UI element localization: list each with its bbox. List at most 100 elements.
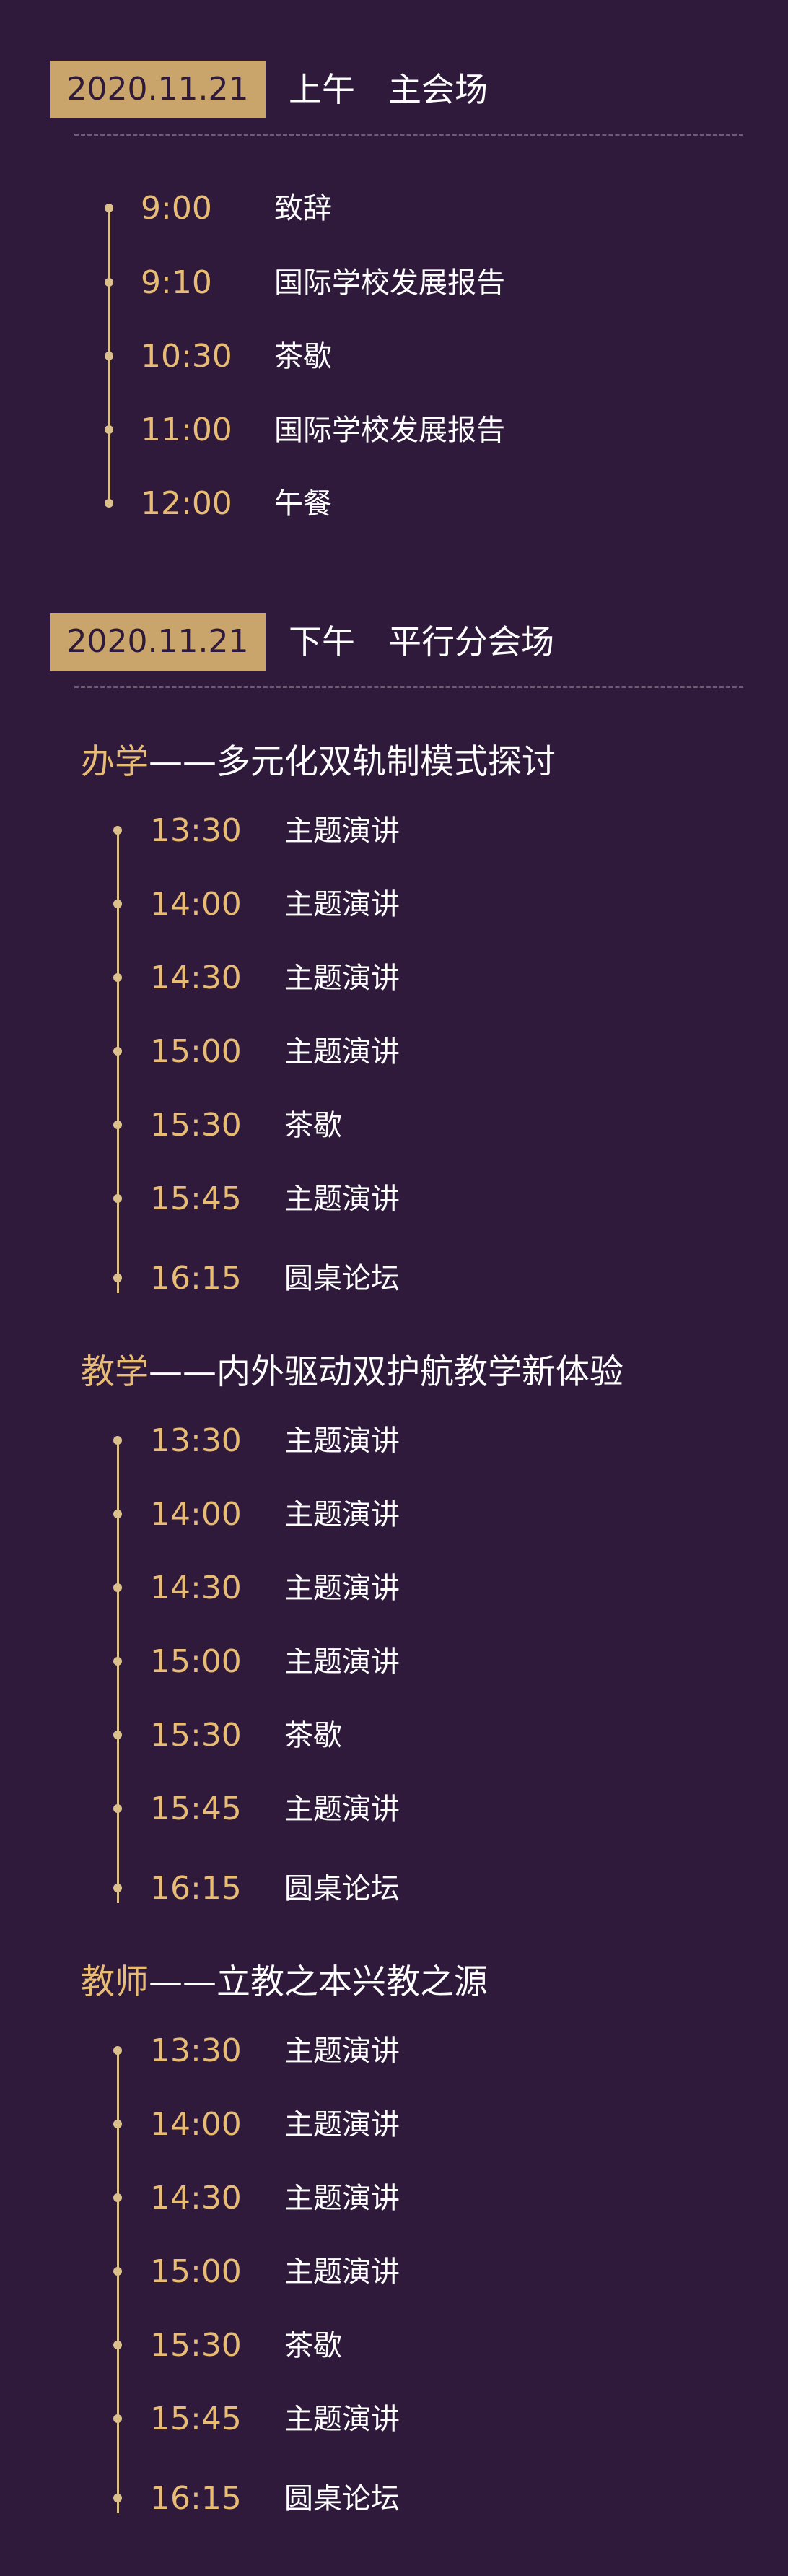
timeline-dot [113, 1804, 122, 1813]
timeline-item: 15:45 主题演讲 [0, 1788, 649, 1831]
item-time: 14:30 [150, 1570, 242, 1606]
track-name: ——多元化双轨制模式探讨 [149, 742, 556, 782]
morning-section: 2020.11.21 上午 主会场 9:00 致辞 9:10 国际学校发展报告 … [0, 61, 788, 522]
afternoon-section: 2020.11.21 下午 平行分会场 [0, 613, 788, 688]
item-time: 14:30 [150, 2180, 242, 2216]
date-badge: 2020.11.21 [50, 61, 266, 118]
item-time: 13:30 [150, 2032, 242, 2069]
item-event: 圆桌论坛 [284, 1262, 400, 1295]
timeline-dot [113, 1047, 122, 1056]
dashed-divider [74, 686, 743, 688]
timeline-dot [113, 1274, 122, 1282]
timeline-dot [113, 973, 122, 982]
timeline-item: 16:15 圆桌论坛 [0, 1257, 649, 1300]
item-event: 致辞 [274, 192, 332, 225]
track-name: ——立教之本兴教之源 [149, 1962, 488, 2002]
item-event: 茶歇 [284, 1109, 342, 1142]
timeline-item: 14:30 主题演讲 [0, 1567, 649, 1610]
agenda-page: { "morning": { "date": "2020.11.21", "ti… [0, 0, 788, 2576]
timeline-dot [113, 2414, 122, 2423]
timeline-item: 11:00 国际学校发展报告 [0, 409, 649, 452]
item-event: 主题演讲 [284, 1498, 400, 1531]
timeline-dot [113, 1510, 122, 1518]
timeline-dot [113, 1731, 122, 1739]
timeline-dot [113, 2341, 122, 2349]
item-event: 主题演讲 [284, 2108, 400, 2141]
item-time: 15:45 [150, 2401, 242, 2437]
date-badge: 2020.11.21 [50, 613, 266, 671]
track-name: ——内外驱动双护航教学新体验 [149, 1352, 623, 1392]
dashed-divider [74, 134, 743, 136]
item-event: 主题演讲 [284, 2255, 400, 2289]
item-time: 14:30 [150, 960, 242, 996]
timeline-dot [105, 278, 113, 287]
timeline-dot [113, 1121, 122, 1129]
timeline-dot [113, 2120, 122, 2128]
item-time: 15:00 [150, 1033, 242, 1070]
timeline-dot [105, 499, 113, 508]
item-time: 15:45 [150, 1180, 242, 1217]
timeline-dot [105, 425, 113, 434]
session-title: 上午 主会场 [289, 70, 488, 109]
morning-header: 2020.11.21 上午 主会场 [0, 61, 788, 121]
item-event: 主题演讲 [284, 888, 400, 921]
timeline-item: 12:00 午餐 [0, 482, 649, 526]
timeline-item: 13:30 主题演讲 [0, 809, 649, 853]
item-time: 13:30 [150, 1422, 242, 1459]
item-time: 12:00 [141, 485, 232, 522]
timeline-dot [113, 900, 122, 908]
item-event: 国际学校发展报告 [274, 414, 505, 447]
timeline-item: 15:45 主题演讲 [0, 1178, 649, 1221]
item-event: 圆桌论坛 [284, 2482, 400, 2515]
timeline-item: 13:30 主题演讲 [0, 1419, 649, 1463]
item-event: 主题演讲 [284, 1645, 400, 1679]
item-time: 15:00 [150, 2253, 242, 2290]
timeline-item: 15:30 茶歇 [0, 1104, 649, 1147]
item-event: 主题演讲 [284, 1424, 400, 1458]
timeline-dot [113, 826, 122, 835]
timeline-dot [113, 1884, 122, 1892]
item-time: 16:15 [150, 2480, 242, 2517]
item-event: 国际学校发展报告 [274, 266, 505, 300]
item-time: 16:15 [150, 1870, 242, 1907]
timeline-dot [113, 1657, 122, 1666]
item-event: 主题演讲 [284, 814, 400, 848]
timeline-dot [113, 1436, 122, 1445]
timeline-item: 13:30 主题演讲 [0, 2029, 649, 2073]
timeline-item: 15:30 茶歇 [0, 2324, 649, 2367]
item-event: 主题演讲 [284, 1572, 400, 1605]
track-title: 办学——多元化双轨制模式探讨 [81, 737, 556, 788]
item-time: 10:30 [141, 338, 232, 375]
track-tag: 办学 [81, 742, 149, 782]
timeline-dot [113, 2267, 122, 2276]
track-title: 教学——内外驱动双护航教学新体验 [81, 1347, 623, 1398]
item-event: 茶歇 [284, 2329, 342, 2362]
timeline-item: 10:30 茶歇 [0, 335, 649, 378]
timeline-dot [105, 204, 113, 212]
timeline-dot [113, 1194, 122, 1203]
timeline-item: 15:00 主题演讲 [0, 1640, 649, 1684]
item-time: 15:30 [150, 1717, 242, 1754]
item-event: 主题演讲 [284, 1035, 400, 1069]
session-title: 下午 平行分会场 [289, 622, 554, 661]
item-event: 午餐 [274, 487, 332, 521]
item-event: 主题演讲 [284, 2403, 400, 2436]
timeline-item: 16:15 圆桌论坛 [0, 1867, 649, 1910]
item-time: 11:00 [141, 412, 232, 448]
item-time: 13:30 [150, 812, 242, 849]
item-event: 茶歇 [284, 1719, 342, 1752]
item-time: 9:10 [141, 264, 212, 301]
timeline-dot [113, 2046, 122, 2055]
timeline-item: 14:00 主题演讲 [0, 2103, 649, 2146]
track-tag: 教学 [81, 1352, 149, 1392]
timeline-item: 15:00 主题演讲 [0, 2250, 649, 2294]
item-time: 9:00 [141, 190, 212, 227]
timeline-item: 14:30 主题演讲 [0, 2177, 649, 2220]
track-tag: 教师 [81, 1962, 149, 2002]
item-time: 15:45 [150, 1790, 242, 1827]
timeline-item: 9:10 国际学校发展报告 [0, 261, 649, 305]
item-event: 主题演讲 [284, 2182, 400, 2215]
timeline-item: 15:45 主题演讲 [0, 2398, 649, 2441]
item-time: 16:15 [150, 1260, 242, 1297]
item-event: 主题演讲 [284, 2035, 400, 2068]
